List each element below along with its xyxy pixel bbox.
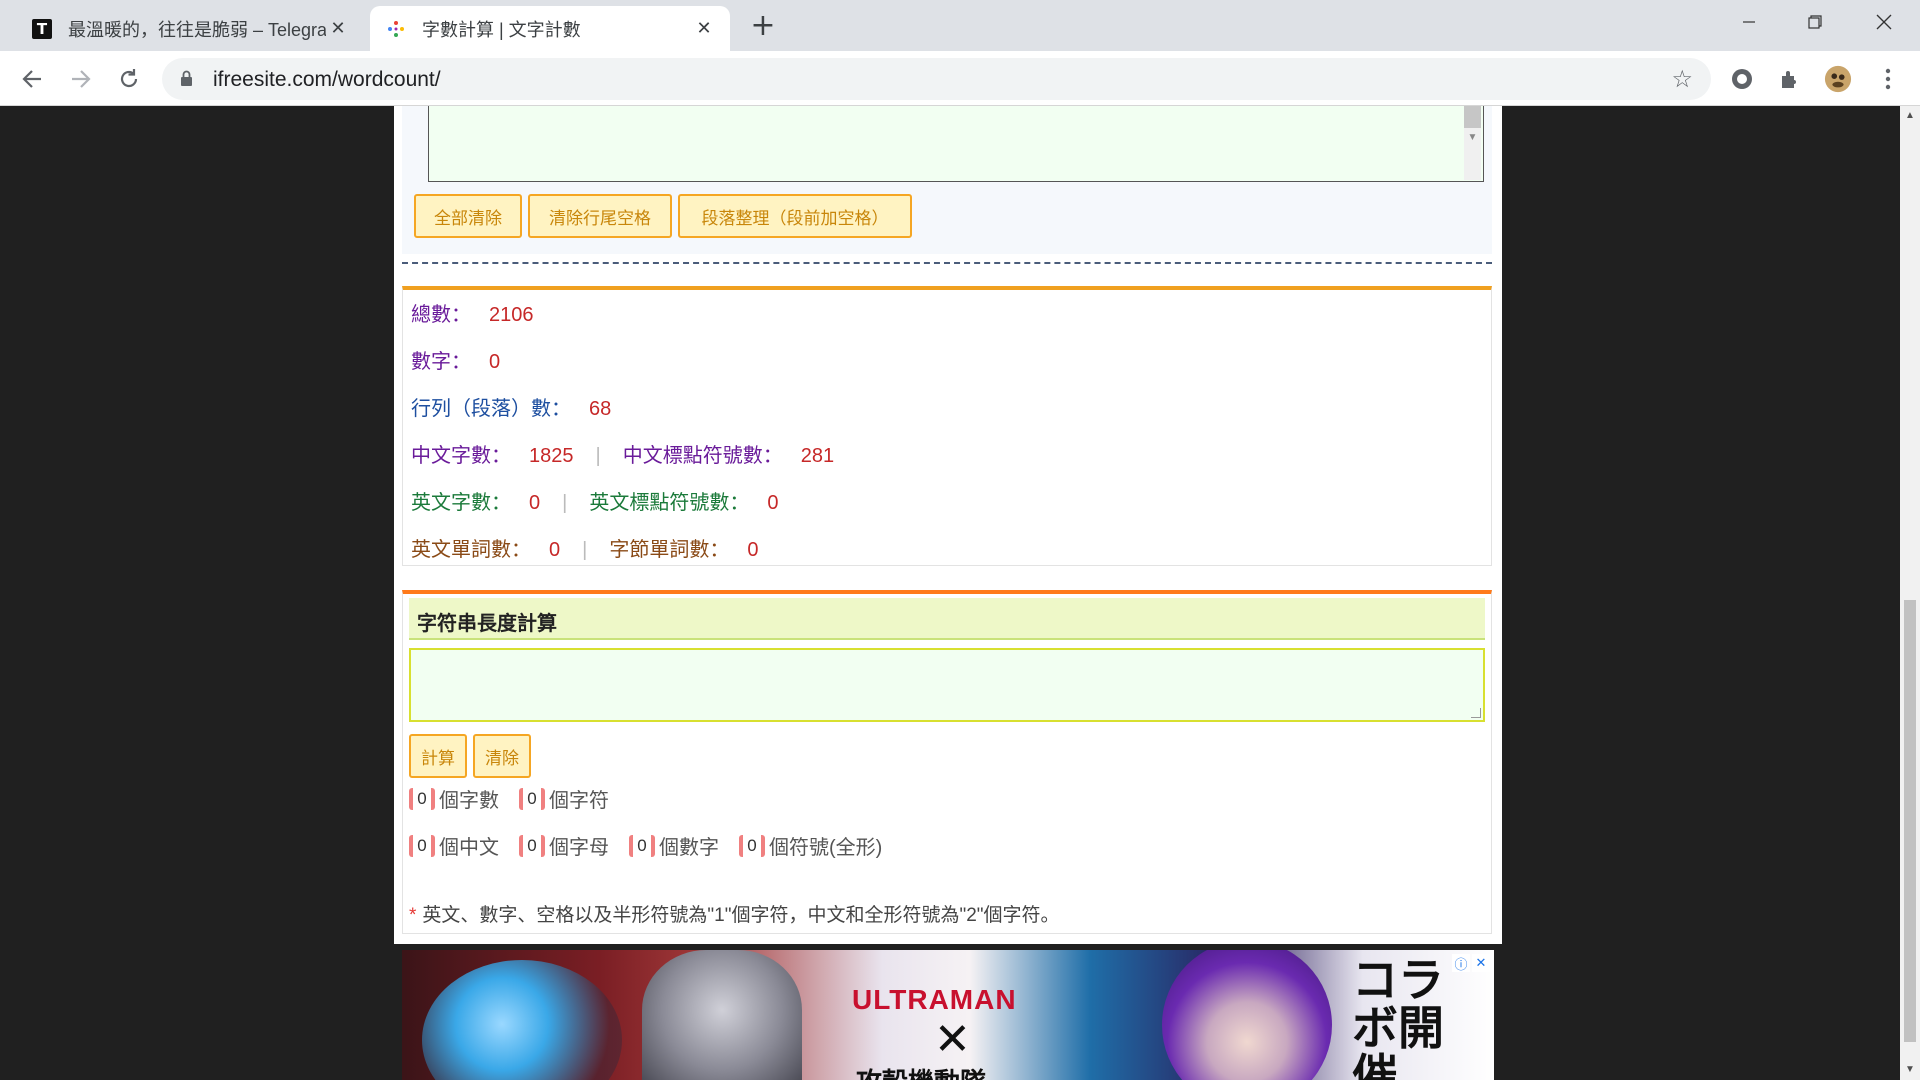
result-chinese-count: 0 個中文 <box>409 831 499 860</box>
result-symbol-count: 0 個符號(全形) <box>739 831 882 860</box>
menu-kebab-icon[interactable] <box>1874 65 1902 93</box>
tab-title: 最溫暖的，往往是脆弱 – Telegra <box>68 19 326 40</box>
forward-icon[interactable] <box>64 62 98 96</box>
calculate-button[interactable]: 計算 <box>409 734 467 778</box>
restore-icon[interactable] <box>1786 0 1844 44</box>
resize-grip-icon[interactable] <box>1471 708 1481 718</box>
tab-telegraph[interactable]: T 最溫暖的，往往是脆弱 – Telegra ✕ <box>16 6 364 51</box>
paragraph-format-button[interactable]: 段落整理（段前加空格） <box>678 194 912 238</box>
main-text-input[interactable]: ▼ <box>428 106 1484 182</box>
dashed-divider <box>402 262 1492 264</box>
stat-total: 總數： 2106 <box>411 304 534 326</box>
stat-chinese: 中文字數： 1825 | 中文標點符號數： 281 <box>411 445 835 467</box>
footnote: * 英文、數字、空格以及半形符號為"1"個字符，中文和全形符號為"2"個字符。 <box>409 905 1060 926</box>
stat-english: 英文字數： 0 | 英文標點符號數： 0 <box>411 492 779 514</box>
lock-icon <box>180 70 193 86</box>
extension-circle-icon[interactable] <box>1728 65 1756 93</box>
ad-artwork-ultraman <box>642 950 802 1080</box>
string-length-input[interactable] <box>409 648 1485 722</box>
clear-button[interactable]: 清除 <box>473 734 531 778</box>
bookmark-star-icon[interactable]: ☆ <box>1671 65 1693 93</box>
result-digit-count: 0 個數字 <box>629 831 719 860</box>
ad-artwork-anime-character <box>1162 950 1332 1080</box>
reload-icon[interactable] <box>112 62 146 96</box>
extensions-puzzle-icon[interactable] <box>1776 65 1804 93</box>
results-row-2: 0 個中文 0 個字母 0 個數字 0 個符號(全形) <box>409 831 902 860</box>
stats-panel: 總數： 2106 數字： 0 行列（段落）數： 68 中文字數： 1825 | 中文標點符號… <box>402 286 1492 566</box>
telegraph-favicon-icon: T <box>32 18 52 39</box>
page-scrollbar[interactable]: ▲ ▼ <box>1900 106 1920 1080</box>
profile-avatar[interactable] <box>1824 65 1852 93</box>
ad-cross-mark: ✕ <box>934 1014 971 1065</box>
editor-panel: ▼ 全部清除 清除行尾空格 段落整理（段前加空格） <box>402 106 1492 254</box>
scroll-down-arrow-icon[interactable]: ▼ <box>1464 132 1481 143</box>
ad-info-icon[interactable]: ⓘ <box>1452 954 1470 972</box>
results-row-1: 0 個字數 0 個字符 <box>409 784 629 813</box>
url-text: ifreesite.com/wordcount/ <box>213 68 441 91</box>
textarea-scrollbar[interactable]: ▼ <box>1464 106 1481 180</box>
scroll-down-arrow-icon[interactable]: ▼ <box>1904 1064 1916 1075</box>
minimize-icon[interactable] <box>1720 0 1778 44</box>
trim-trailing-spaces-button[interactable]: 清除行尾空格 <box>528 194 672 238</box>
scroll-up-arrow-icon[interactable]: ▲ <box>1904 110 1916 121</box>
result-char-count: 0 個字符 <box>519 784 609 813</box>
new-tab-icon[interactable]: + <box>748 11 778 42</box>
stat-lines: 行列（段落）數： 68 <box>411 398 612 420</box>
tab-title: 字數計算 | 文字計數 <box>422 19 581 40</box>
page-viewport: ▼ 全部清除 清除行尾空格 段落整理（段前加空格） 總數： 2106 數字： 0 行… <box>0 106 1900 1080</box>
ad-close-icon[interactable]: ✕ <box>1472 954 1490 972</box>
close-tab-icon[interactable]: ✕ <box>692 17 716 41</box>
tab-strip: T 最溫暖的，往往是脆弱 – Telegra ✕ 字數計算 | 文字計數 ✕ + <box>0 0 1920 51</box>
address-bar[interactable]: ifreesite.com/wordcount/ ☆ <box>162 58 1711 100</box>
stat-digits: 數字： 0 <box>411 351 501 373</box>
string-length-title: 字符串長度計算 <box>409 598 1485 640</box>
result-word-count: 0 個字數 <box>409 784 499 813</box>
clear-all-button[interactable]: 全部清除 <box>414 194 522 238</box>
pinwheel-favicon-icon <box>386 19 406 39</box>
scrollbar-thumb[interactable] <box>1464 106 1481 128</box>
main-content: ▼ 全部清除 清除行尾空格 段落整理（段前加空格） 總數： 2106 數字： 0 行… <box>394 106 1502 944</box>
advertisement-banner[interactable]: ULTRAMAN ✕ 攻殻機動隊 コラボ開催 ⓘ ✕ <box>402 950 1494 1080</box>
back-icon[interactable] <box>15 62 49 96</box>
close-tab-icon[interactable]: ✕ <box>326 17 350 41</box>
close-window-icon[interactable] <box>1855 0 1913 44</box>
browser-toolbar: ifreesite.com/wordcount/ ☆ <box>0 51 1920 106</box>
string-length-panel: 字符串長度計算 計算 清除 0 個字數 0 個字符 0 個中文 0 個字母 0 個數字 0… <box>402 590 1492 934</box>
stat-words: 英文單詞數： 0 | 字節單詞數： 0 <box>411 539 759 561</box>
ad-brand-text: ULTRAMAN <box>852 984 1017 1015</box>
result-letter-count: 0 個字母 <box>519 831 609 860</box>
ad-collab-text: コラボ開催 <box>1352 954 1444 1080</box>
ad-artwork-light-sword <box>422 960 622 1080</box>
tab-wordcount[interactable]: 字數計算 | 文字計數 ✕ <box>370 6 730 51</box>
ad-controls: ⓘ ✕ <box>1452 954 1490 972</box>
ad-subtitle: 攻殻機動隊 <box>856 1062 986 1080</box>
page-scrollbar-thumb[interactable] <box>1904 600 1916 1042</box>
